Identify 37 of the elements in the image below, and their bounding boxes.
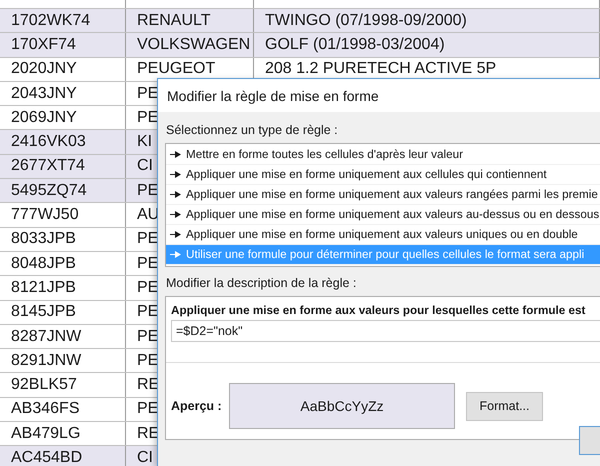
table-cell: 2020JNY (0, 58, 126, 81)
table-cell: 8033JPB (0, 228, 126, 251)
table-cell: 8048JPB (0, 252, 126, 276)
table-cell: TWINGO (07/1998-09/2000) (254, 9, 600, 32)
arrow-icon (170, 191, 181, 198)
rule-type-item[interactable]: Appliquer une mise en forme uniquement aux valeurs rangées parmi les premie (166, 185, 600, 205)
rule-type-item[interactable]: Mettre en forme toutes les cellules d'après leur valeur (166, 145, 600, 165)
table-cell: 170XF74 (0, 33, 126, 57)
rule-type-item[interactable]: Appliquer une mise en forme uniquement aux valeurs au-dessus ou en dessous (166, 205, 600, 225)
table-cell: GOLF (01/1998-03/2004) (254, 33, 600, 57)
table-cell: 8287JNW (0, 324, 126, 348)
arrow-icon (170, 251, 181, 258)
preview-label: Aperçu : (171, 399, 223, 413)
table-cell: 2069JNY (0, 106, 126, 130)
table-cell: 8291JNW (0, 349, 126, 372)
table-cell: 777WJ50 (0, 203, 126, 227)
arrow-icon (170, 211, 181, 218)
table-cell: 5495ZQ74 (0, 179, 126, 202)
table-cell: RENAULT (126, 9, 254, 32)
arrow-icon (170, 151, 181, 158)
table-cell: 2416VK03 (0, 130, 126, 154)
preview-sample: AaBbCcYyZz (229, 383, 455, 429)
table-cell: 2043JNY (0, 82, 126, 106)
table-cell: 2677XT74 (0, 154, 126, 178)
table-cell: AB479LG (0, 422, 126, 446)
rule-type-item[interactable]: Appliquer une mise en forme uniquement aux cellules qui contiennent (166, 165, 600, 185)
formula-field[interactable]: =$D2="nok" (171, 320, 600, 342)
table-cell: AB346FS (0, 398, 126, 422)
format-button[interactable]: Format... (466, 392, 543, 420)
arrow-icon (170, 231, 181, 238)
table-cell: 1702WK74 (0, 9, 126, 32)
table-cell: VOLKSWAGEN (126, 33, 254, 57)
table-cell: AC454BD (0, 446, 126, 466)
table-cell: 8121JPB (0, 276, 126, 300)
table-cell: 8145JPB (0, 300, 126, 324)
table-cell: 92BLK57 (0, 373, 126, 397)
arrow-icon (170, 171, 181, 178)
